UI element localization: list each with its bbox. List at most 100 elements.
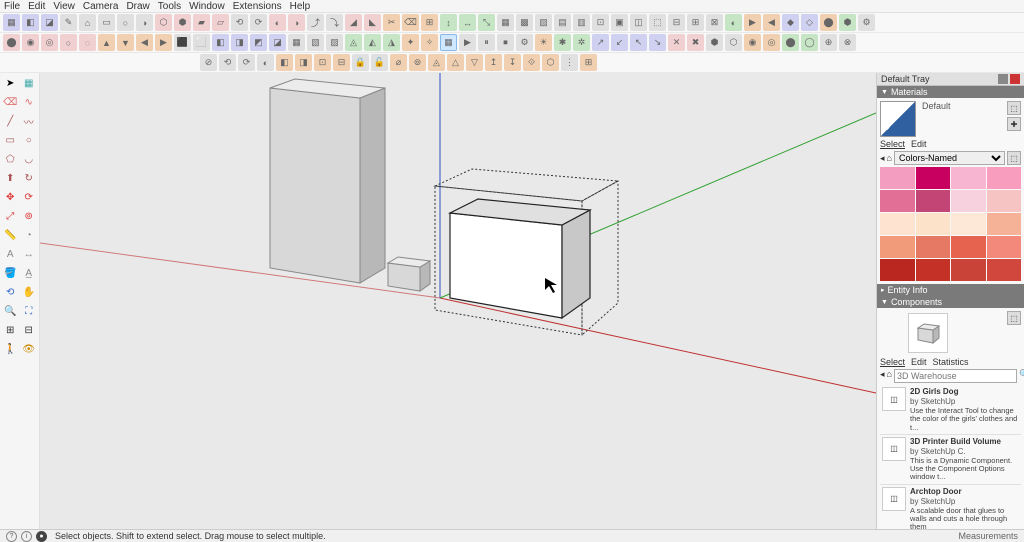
tool-icon[interactable]: ▱ bbox=[212, 14, 229, 31]
tool-icon[interactable]: ▩ bbox=[516, 14, 533, 31]
tab-edit[interactable]: Edit bbox=[911, 357, 927, 367]
tool-icon[interactable]: ◎ bbox=[763, 34, 780, 51]
tape-tool-icon[interactable]: 📏 bbox=[2, 227, 19, 244]
tool-icon[interactable]: ⟲ bbox=[231, 14, 248, 31]
tool-icon[interactable]: ◐ bbox=[269, 14, 286, 31]
tool-icon[interactable]: ◉ bbox=[744, 34, 761, 51]
tool-icon[interactable]: ▭ bbox=[98, 14, 115, 31]
menu-view[interactable]: View bbox=[53, 1, 75, 12]
tab-statistics[interactable]: Statistics bbox=[933, 357, 969, 367]
color-swatch[interactable] bbox=[916, 213, 951, 235]
tool-icon[interactable]: ◣ bbox=[364, 14, 381, 31]
tool-icon[interactable]: ⟲ bbox=[219, 54, 236, 71]
tool-icon[interactable]: ⚙ bbox=[858, 14, 875, 31]
tool-icon[interactable]: ▲ bbox=[98, 34, 115, 51]
tool-icon[interactable]: ◑ bbox=[288, 14, 305, 31]
tool-icon[interactable]: ⬢ bbox=[706, 34, 723, 51]
tool-icon[interactable]: ○ bbox=[117, 14, 134, 31]
tool-icon[interactable]: ⟳ bbox=[238, 54, 255, 71]
color-swatch[interactable] bbox=[951, 167, 986, 189]
tool-icon[interactable]: ▶ bbox=[459, 34, 476, 51]
tool-icon[interactable]: ✦ bbox=[402, 34, 419, 51]
tool-icon[interactable]: 🔒 bbox=[352, 54, 369, 71]
tool-icon[interactable]: ▽ bbox=[466, 54, 483, 71]
tool-icon[interactable]: ⌫ bbox=[402, 14, 419, 31]
tool-icon[interactable]: ⤡ bbox=[478, 14, 495, 31]
tool-icon[interactable]: ◧ bbox=[276, 54, 293, 71]
tool-icon[interactable]: ⏸ bbox=[478, 34, 495, 51]
tool-icon[interactable]: ▣ bbox=[611, 14, 628, 31]
line-tool-icon[interactable]: ╱ bbox=[2, 113, 19, 130]
tool-icon[interactable]: ⊗ bbox=[839, 34, 856, 51]
menu-tools[interactable]: Tools bbox=[158, 1, 181, 12]
menu-help[interactable]: Help bbox=[290, 1, 311, 12]
tool-icon[interactable]: ⊞ bbox=[580, 54, 597, 71]
tab-select[interactable]: Select bbox=[880, 139, 905, 149]
tool-icon[interactable]: ◌ bbox=[79, 34, 96, 51]
tool-icon[interactable]: ▦ bbox=[497, 14, 514, 31]
tool-icon[interactable]: ◪ bbox=[269, 34, 286, 51]
color-swatch[interactable] bbox=[880, 190, 915, 212]
dimension-tool-icon[interactable]: ↔ bbox=[21, 246, 38, 263]
tool-icon[interactable]: ▦ bbox=[21, 75, 38, 92]
tool-icon[interactable]: ◎ bbox=[41, 34, 58, 51]
color-swatch[interactable] bbox=[880, 167, 915, 189]
tool-icon[interactable]: ⌀ bbox=[390, 54, 407, 71]
tool-icon[interactable]: ◐ bbox=[257, 54, 274, 71]
menu-edit[interactable]: Edit bbox=[28, 1, 45, 12]
home-icon[interactable]: ⌂ bbox=[887, 369, 892, 383]
tool-icon[interactable]: ◪ bbox=[41, 14, 58, 31]
color-swatch[interactable] bbox=[880, 236, 915, 258]
color-swatch[interactable] bbox=[987, 167, 1022, 189]
pan-tool-icon[interactable]: ✋ bbox=[21, 284, 38, 301]
rectangle-tool-icon[interactable]: ▭ bbox=[2, 132, 19, 149]
tool-icon[interactable]: ↕ bbox=[440, 14, 457, 31]
tool-icon[interactable]: ⊞ bbox=[687, 14, 704, 31]
freehand-tool-icon[interactable]: 〰 bbox=[21, 113, 38, 130]
tool-icon[interactable]: ⌂ bbox=[79, 14, 96, 31]
palette-action-icon[interactable]: ⬚ bbox=[1007, 151, 1021, 165]
tool-icon[interactable]: ↧ bbox=[504, 54, 521, 71]
tab-edit[interactable]: Edit bbox=[911, 139, 927, 149]
tool-icon[interactable]: ▤ bbox=[554, 14, 571, 31]
scale-tool-icon[interactable]: ⤢ bbox=[2, 208, 19, 225]
tool-icon[interactable]: ⟐ bbox=[523, 54, 540, 71]
tool-icon[interactable]: ▶ bbox=[155, 34, 172, 51]
tool-icon[interactable]: ◩ bbox=[250, 34, 267, 51]
tool-icon[interactable]: ◆ bbox=[782, 14, 799, 31]
nav-back-icon[interactable]: ◂ bbox=[880, 153, 885, 164]
tool-icon[interactable]: ▨ bbox=[326, 34, 343, 51]
tray-header[interactable]: Default Tray bbox=[877, 73, 1024, 86]
tool-icon[interactable]: ⬤ bbox=[3, 34, 20, 51]
tool-icon[interactable]: ▶ bbox=[744, 14, 761, 31]
tool-icon[interactable]: ◧ bbox=[22, 14, 39, 31]
tool-icon[interactable]: ⊚ bbox=[409, 54, 426, 71]
tool-icon[interactable]: 🔓 bbox=[371, 54, 388, 71]
tool-icon[interactable]: ◀ bbox=[136, 34, 153, 51]
status-person-icon[interactable]: ● bbox=[36, 531, 47, 542]
menu-camera[interactable]: Camera bbox=[83, 1, 119, 12]
walk-tool-icon[interactable]: 🚶 bbox=[2, 341, 19, 358]
tool-icon[interactable]: ⊞ bbox=[421, 14, 438, 31]
component-list-item[interactable]: ◫2D Girls Dogby SketchUpUse the Interact… bbox=[880, 385, 1021, 435]
tool-icon[interactable]: ☀ bbox=[535, 34, 552, 51]
component-list-item[interactable]: ◫Archtop Doorby SketchUpA scalable door … bbox=[880, 485, 1021, 530]
color-swatch[interactable] bbox=[916, 259, 951, 281]
tool-icon[interactable]: ▨ bbox=[535, 14, 552, 31]
material-action-icon[interactable]: ⬚ bbox=[1007, 101, 1021, 115]
tool-icon[interactable]: ◭ bbox=[364, 34, 381, 51]
offset-tool-icon[interactable]: ⊚ bbox=[21, 208, 38, 225]
tool-icon[interactable]: ⊟ bbox=[333, 54, 350, 71]
tool-icon[interactable]: ⬢ bbox=[839, 14, 856, 31]
color-swatch[interactable] bbox=[951, 236, 986, 258]
tool-icon[interactable]: ↥ bbox=[485, 54, 502, 71]
tool-icon[interactable]: ✕ bbox=[668, 34, 685, 51]
tool-icon[interactable]: ◢ bbox=[345, 14, 362, 31]
tool-icon[interactable]: ✎ bbox=[60, 14, 77, 31]
materials-panel-header[interactable]: ▼ Materials bbox=[877, 86, 1024, 98]
tool-icon[interactable]: ⊟ bbox=[668, 14, 685, 31]
followme-tool-icon[interactable]: ↻ bbox=[21, 170, 38, 187]
color-swatch[interactable] bbox=[987, 259, 1022, 281]
tool-icon[interactable]: ⊕ bbox=[820, 34, 837, 51]
menu-extensions[interactable]: Extensions bbox=[233, 1, 282, 12]
